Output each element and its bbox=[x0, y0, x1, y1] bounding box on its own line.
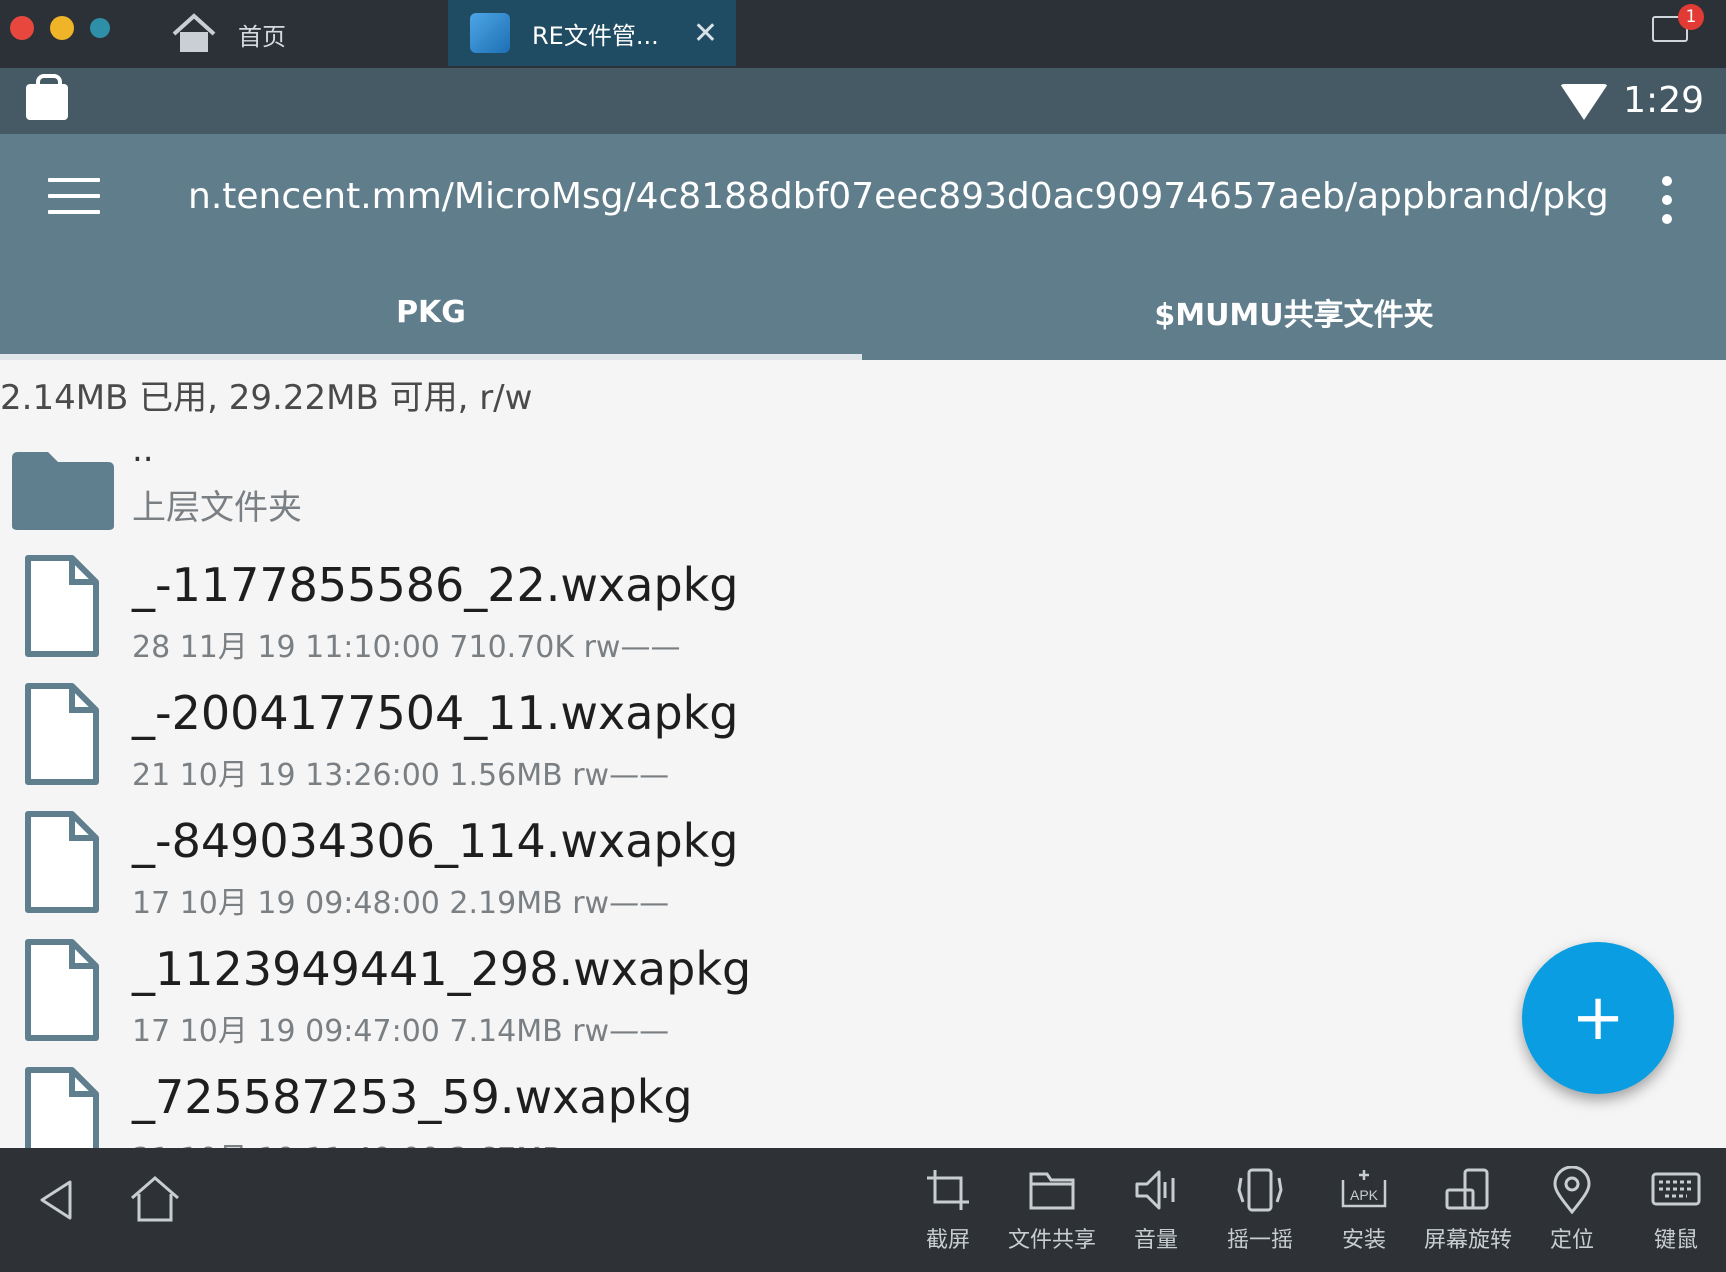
tool-install[interactable]: APK 安装 bbox=[1314, 1166, 1414, 1254]
file-icon bbox=[25, 683, 99, 785]
file-name: _1123949441_298.wxapkg bbox=[132, 942, 752, 996]
folder-icon bbox=[12, 452, 114, 530]
parent-folder-name: .. bbox=[132, 430, 154, 470]
location-icon bbox=[1553, 1166, 1591, 1214]
file-row[interactable]: _725587253_59.wxapkg 21 10月 19 11:40:00 … bbox=[0, 1052, 1726, 1148]
tool-rotate-screen[interactable]: 屏幕旋转 bbox=[1418, 1166, 1518, 1254]
apk-install-icon: APK bbox=[1341, 1170, 1387, 1208]
file-meta: 21 10月 19 13:26:00 1.56MB rw—— bbox=[132, 758, 670, 793]
home-nav-icon[interactable] bbox=[128, 1174, 182, 1224]
file-icon bbox=[25, 555, 99, 657]
file-row[interactable]: _1123949441_298.wxapkg 17 10月 19 09:47:0… bbox=[0, 924, 1726, 1050]
window-minimize-dot[interactable] bbox=[50, 16, 74, 40]
folder-share-icon bbox=[1029, 1172, 1075, 1210]
file-icon bbox=[25, 939, 99, 1041]
hamburger-menu-icon[interactable] bbox=[48, 178, 100, 218]
more-options-icon[interactable] bbox=[1662, 176, 1674, 224]
folder-tabs: PKG $MUMU共享文件夹 bbox=[0, 264, 1726, 360]
svg-text:APK: APK bbox=[1350, 1187, 1379, 1203]
file-meta: 21 10月 19 11:40:00 2.67MB rw—— bbox=[132, 1134, 669, 1148]
tool-keyboard-mouse[interactable]: 键鼠 bbox=[1626, 1166, 1726, 1254]
wifi-icon bbox=[1560, 84, 1608, 120]
tool-label: 键鼠 bbox=[1653, 1228, 1698, 1253]
tool-label: 摇一摇 bbox=[1226, 1228, 1293, 1253]
file-name: _-849034306_114.wxapkg bbox=[132, 814, 739, 868]
file-meta: 28 11月 19 11:10:00 710.70K rw—— bbox=[132, 630, 681, 665]
tool-file-share[interactable]: 文件共享 bbox=[1002, 1166, 1102, 1254]
re-file-manager-app-icon bbox=[470, 13, 510, 53]
volume-icon bbox=[1135, 1170, 1175, 1210]
emulator-title-bar: 首页 RE文件管... ✕ 1 bbox=[0, 0, 1726, 68]
back-nav-icon[interactable] bbox=[36, 1178, 76, 1222]
tool-volume[interactable]: 音量 bbox=[1106, 1166, 1206, 1254]
tab-re-file-manager[interactable]: RE文件管... ✕ bbox=[448, 0, 736, 66]
tool-shake[interactable]: 摇一摇 bbox=[1210, 1166, 1310, 1254]
window-close-dot[interactable] bbox=[10, 16, 34, 40]
file-icon bbox=[25, 1067, 99, 1148]
keyboard-icon bbox=[1651, 1172, 1701, 1206]
tool-label: 屏幕旋转 bbox=[1423, 1228, 1512, 1253]
emulator-bottom-bar: 截屏 文件共享 音量 摇一摇 APK 安装 屏幕旋转 定位 键鼠 bbox=[0, 1148, 1726, 1272]
add-fab-button[interactable]: + bbox=[1522, 942, 1674, 1094]
plus-icon: + bbox=[1571, 981, 1625, 1055]
tool-screenshot[interactable]: 截屏 bbox=[898, 1166, 998, 1254]
storage-info: 2.14MB 已用, 29.22MB 可用, r/w bbox=[0, 378, 533, 418]
file-icon bbox=[25, 811, 99, 913]
android-status-bar: 1:29 bbox=[0, 68, 1726, 134]
tab-mumu-shared-folder[interactable]: $MUMU共享文件夹 bbox=[862, 264, 1726, 360]
parent-folder-row[interactable]: .. 上层文件夹 bbox=[0, 426, 1726, 552]
tab-pkg[interactable]: PKG bbox=[0, 264, 862, 360]
parent-folder-label: 上层文件夹 bbox=[132, 488, 302, 528]
file-name: _725587253_59.wxapkg bbox=[132, 1070, 693, 1124]
crop-icon bbox=[927, 1170, 969, 1210]
close-tab-icon[interactable]: ✕ bbox=[693, 16, 718, 51]
status-time: 1:29 bbox=[1623, 80, 1704, 121]
file-meta: 17 10月 19 09:47:00 7.14MB rw—— bbox=[132, 1014, 670, 1049]
file-row[interactable]: _-849034306_114.wxapkg 17 10月 19 09:48:0… bbox=[0, 796, 1726, 922]
mail-badge: 1 bbox=[1678, 4, 1704, 30]
tab-home[interactable]: 首页 bbox=[170, 0, 440, 68]
file-list-area: 2.14MB 已用, 29.22MB 可用, r/w .. 上层文件夹 _-11… bbox=[0, 360, 1726, 1148]
tool-label: 定位 bbox=[1549, 1228, 1594, 1253]
tool-label: 文件共享 bbox=[1007, 1228, 1096, 1253]
window-settings-dot[interactable] bbox=[90, 18, 110, 38]
shake-icon bbox=[1237, 1168, 1283, 1212]
file-meta: 17 10月 19 09:48:00 2.19MB rw—— bbox=[132, 886, 670, 921]
file-name: _-1177855586_22.wxapkg bbox=[132, 558, 739, 612]
file-row[interactable]: _-2004177504_11.wxapkg 21 10月 19 13:26:0… bbox=[0, 668, 1726, 794]
rotate-icon bbox=[1445, 1168, 1489, 1210]
file-row[interactable]: _-1177855586_22.wxapkg 28 11月 19 11:10:0… bbox=[0, 540, 1726, 666]
app-toolbar: n.tencent.mm/MicroMsg/4c8188dbf07eec893d… bbox=[0, 134, 1726, 264]
tool-label: 截屏 bbox=[925, 1228, 970, 1253]
tool-location[interactable]: 定位 bbox=[1522, 1166, 1622, 1254]
shopping-bag-icon bbox=[26, 74, 68, 120]
tool-label: 安装 bbox=[1341, 1228, 1386, 1253]
current-path: n.tencent.mm/MicroMsg/4c8188dbf07eec893d… bbox=[188, 176, 1609, 217]
tab-home-label: 首页 bbox=[238, 22, 286, 51]
tab-app-label: RE文件管... bbox=[532, 21, 659, 50]
file-name: _-2004177504_11.wxapkg bbox=[132, 686, 739, 740]
tool-label: 音量 bbox=[1133, 1228, 1178, 1253]
home-icon bbox=[172, 13, 216, 52]
